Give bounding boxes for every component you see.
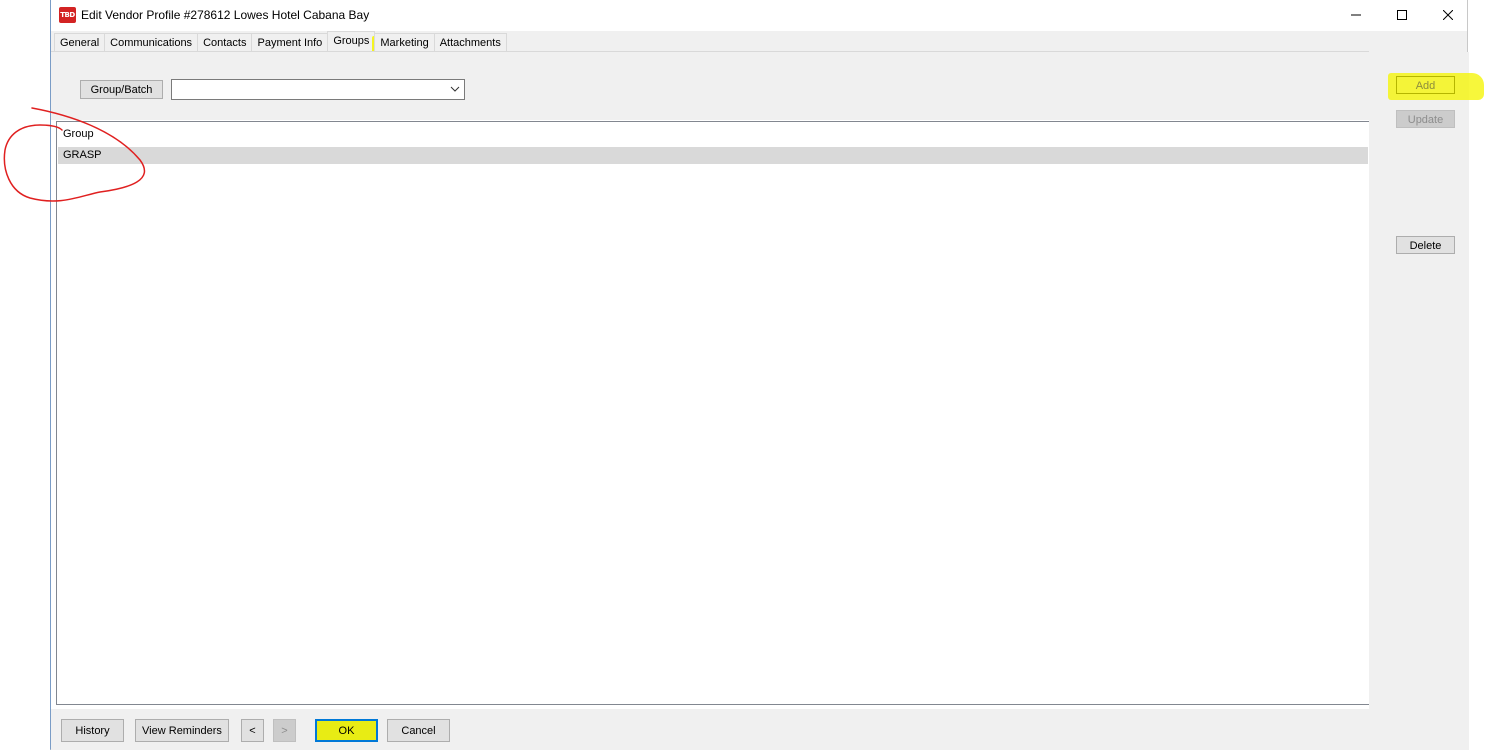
tab-marketing[interactable]: Marketing xyxy=(374,33,435,52)
tab-general[interactable]: General xyxy=(54,33,106,52)
close-icon xyxy=(1442,9,1454,21)
view-reminders-button[interactable]: View Reminders xyxy=(135,719,229,742)
ok-button[interactable]: OK xyxy=(315,719,378,742)
cancel-button[interactable]: Cancel xyxy=(387,719,450,742)
groups-list[interactable]: Group GRASP xyxy=(56,121,1370,705)
window-title: Edit Vendor Profile #278612 Lowes Hotel … xyxy=(81,8,370,22)
delete-button[interactable]: Delete xyxy=(1396,236,1455,254)
add-button[interactable]: Add xyxy=(1396,76,1455,94)
previous-button[interactable]: < xyxy=(241,719,264,742)
update-button[interactable]: Update xyxy=(1396,110,1455,128)
minimize-icon xyxy=(1351,14,1361,16)
tab-payment-info[interactable]: Payment Info xyxy=(251,33,329,52)
actions-panel xyxy=(1369,52,1469,709)
next-button[interactable]: > xyxy=(273,719,296,742)
group-batch-button[interactable]: Group/Batch xyxy=(80,80,163,99)
maximize-button[interactable] xyxy=(1379,0,1425,31)
vendor-profile-window: TBD Edit Vendor Profile #278612 Lowes Ho… xyxy=(50,0,1484,750)
list-item-group: GRASP xyxy=(63,149,102,161)
list-item[interactable]: GRASP xyxy=(58,147,1368,164)
tab-strip: General Communications Contacts Payment … xyxy=(54,31,507,52)
tab-groups[interactable]: Groups xyxy=(327,31,376,52)
tab-communications[interactable]: Communications xyxy=(104,33,199,52)
page: TBD Edit Vendor Profile #278612 Lowes Ho… xyxy=(0,0,1485,754)
close-button[interactable] xyxy=(1425,0,1471,31)
tab-contacts[interactable]: Contacts xyxy=(197,33,253,52)
group-batch-dropdown[interactable] xyxy=(171,79,465,100)
list-header-group: Group xyxy=(63,128,94,140)
minimize-button[interactable] xyxy=(1333,0,1379,31)
maximize-icon xyxy=(1397,10,1407,20)
app-icon: TBD xyxy=(59,7,76,23)
history-button[interactable]: History xyxy=(61,719,124,742)
chevron-down-icon xyxy=(450,86,460,92)
tab-attachments[interactable]: Attachments xyxy=(433,33,507,52)
title-bar[interactable]: TBD Edit Vendor Profile #278612 Lowes Ho… xyxy=(51,0,1467,31)
